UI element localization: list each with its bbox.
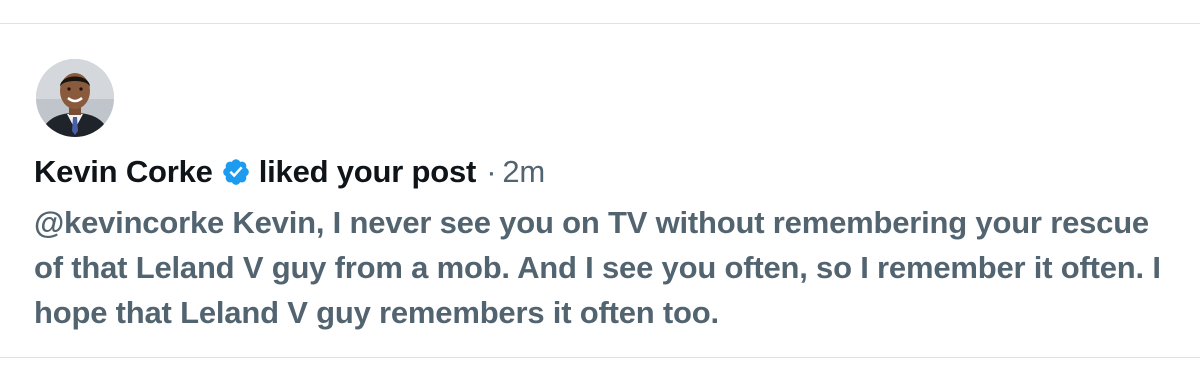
avatar[interactable]	[36, 59, 114, 137]
post-text[interactable]: @kevincorke Kevin, I never see you on TV…	[34, 200, 1184, 335]
verified-badge-icon	[221, 157, 251, 187]
separator-dot: ·	[486, 154, 497, 189]
avatar-photo	[36, 59, 114, 137]
action-text: liked your post	[258, 154, 477, 189]
bottom-divider	[0, 357, 1200, 358]
notification-headline: Kevin Corke liked your post · 2m	[34, 152, 545, 192]
user-name-link[interactable]: Kevin Corke	[34, 154, 213, 190]
like-notification[interactable]: Kevin Corke liked your post · 2m @kevinc…	[0, 24, 1200, 357]
timestamp[interactable]: 2m	[502, 154, 545, 190]
